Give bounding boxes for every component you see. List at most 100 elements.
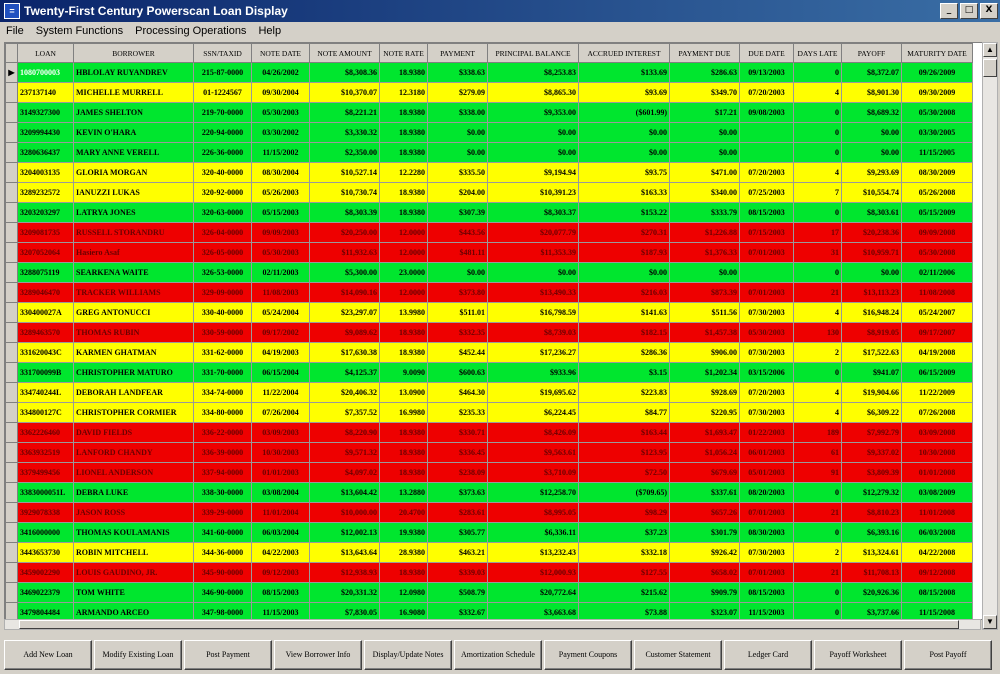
- header-loan[interactable]: LOAN: [17, 43, 74, 63]
- post-payoff-button[interactable]: Post Payoff: [904, 640, 992, 670]
- cell-borrower[interactable]: KARMEN GHATMAN: [73, 342, 194, 363]
- row-selector[interactable]: [5, 462, 18, 483]
- menu-processing-operations[interactable]: Processing Operations: [129, 25, 252, 37]
- cell-days-late[interactable]: 21: [793, 502, 842, 523]
- cell-payment[interactable]: $338.00: [427, 102, 488, 123]
- table-row[interactable]: 3203203297 LATRYA JONES 320-63-0000 05/15/2…: [5, 202, 973, 223]
- cell-note-date[interactable]: 06/15/2004: [251, 362, 310, 383]
- cell-note-amount[interactable]: $20,406.32: [309, 382, 380, 403]
- table-row[interactable]: ▶ 1080700003 HBLOLAY RUYANDREV 215-87-0000 0…: [5, 62, 973, 83]
- cell-principal-balance[interactable]: $8,426.09: [487, 422, 579, 443]
- cell-days-late[interactable]: 7: [793, 182, 842, 203]
- cell-maturity-date[interactable]: 11/15/2008: [901, 602, 973, 619]
- cell-due-date[interactable]: 08/20/2003: [739, 482, 794, 503]
- cell-ssn[interactable]: 346-90-0000: [193, 582, 252, 603]
- cell-note-date[interactable]: 11/15/2003: [251, 602, 310, 619]
- cell-note-rate[interactable]: 13.0900: [379, 382, 428, 403]
- cell-maturity-date[interactable]: 09/12/2008: [901, 562, 973, 583]
- table-row[interactable]: 334800127C CHRISTOPHER CORMIER 334-80-0000…: [5, 402, 973, 423]
- cell-payment-due[interactable]: $1,226.88: [669, 222, 740, 243]
- cell-note-rate[interactable]: 28.9380: [379, 542, 428, 563]
- cell-loan[interactable]: 334800127C: [17, 402, 74, 423]
- cell-borrower[interactable]: TRACKER WILLIAMS: [73, 282, 194, 303]
- cell-note-amount[interactable]: $13,643.64: [309, 542, 380, 563]
- cell-note-amount[interactable]: $17,630.38: [309, 342, 380, 363]
- payment-coupons-button[interactable]: Payment Coupons: [544, 640, 632, 670]
- cell-accrued-interest[interactable]: $223.83: [578, 382, 670, 403]
- scroll-down-icon[interactable]: ▼: [983, 615, 997, 629]
- cell-payment[interactable]: $481.11: [427, 242, 488, 263]
- cell-loan[interactable]: 3929078338: [17, 502, 74, 523]
- cell-payment[interactable]: $373.80: [427, 282, 488, 303]
- cell-ssn[interactable]: 326-04-0000: [193, 222, 252, 243]
- cell-maturity-date[interactable]: 08/30/2009: [901, 162, 973, 183]
- row-selector[interactable]: [5, 362, 18, 383]
- amortization-schedule-button[interactable]: Amortization Schedule: [454, 640, 542, 670]
- row-selector[interactable]: [5, 482, 18, 503]
- cell-payoff[interactable]: $12,279.32: [841, 482, 902, 503]
- cell-principal-balance[interactable]: $0.00: [487, 122, 579, 143]
- cell-loan[interactable]: 331700099B: [17, 362, 74, 383]
- cell-principal-balance[interactable]: $6,224.45: [487, 402, 579, 423]
- cell-due-date[interactable]: 06/01/2003: [739, 442, 794, 463]
- cell-note-amount[interactable]: $7,830.05: [309, 602, 380, 619]
- cell-loan[interactable]: 3363932519: [17, 442, 74, 463]
- header-note-rate[interactable]: NOTE RATE: [379, 43, 428, 63]
- cell-payoff[interactable]: $17,522.63: [841, 342, 902, 363]
- menu-system-functions[interactable]: System Functions: [30, 25, 129, 37]
- cell-loan[interactable]: 3149327300: [17, 102, 74, 123]
- cell-accrued-interest[interactable]: $73.88: [578, 602, 670, 619]
- cell-payment[interactable]: $0.00: [427, 262, 488, 283]
- cell-note-rate[interactable]: 18.9380: [379, 342, 428, 363]
- cell-accrued-interest[interactable]: $187.93: [578, 242, 670, 263]
- cell-due-date[interactable]: 05/01/2003: [739, 462, 794, 483]
- cell-payoff[interactable]: $16,948.24: [841, 302, 902, 323]
- cell-payment[interactable]: $339.03: [427, 562, 488, 583]
- cell-note-amount[interactable]: $2,350.00: [309, 142, 380, 163]
- cell-payoff[interactable]: $11,708.13: [841, 562, 902, 583]
- cell-days-late[interactable]: 0: [793, 62, 842, 83]
- cell-note-rate[interactable]: 18.9380: [379, 462, 428, 483]
- cell-note-amount[interactable]: $5,300.00: [309, 262, 380, 283]
- cell-payment-due[interactable]: $679.69: [669, 462, 740, 483]
- menu-help[interactable]: Help: [252, 25, 287, 37]
- cell-payment-due[interactable]: $926.42: [669, 542, 740, 563]
- cell-payoff[interactable]: $13,324.61: [841, 542, 902, 563]
- cell-principal-balance[interactable]: $12,000.93: [487, 562, 579, 583]
- minimize-button[interactable]: _: [940, 3, 958, 19]
- cell-note-rate[interactable]: 20.4700: [379, 502, 428, 523]
- row-selector[interactable]: [5, 502, 18, 523]
- cell-maturity-date[interactable]: 07/26/2008: [901, 402, 973, 423]
- cell-due-date[interactable]: 08/15/2003: [739, 582, 794, 603]
- cell-payoff[interactable]: $13,113.23: [841, 282, 902, 303]
- cell-maturity-date[interactable]: 06/03/2008: [901, 522, 973, 543]
- header-borrower[interactable]: BORROWER: [73, 43, 194, 63]
- cell-payment[interactable]: $373.63: [427, 482, 488, 503]
- cell-principal-balance[interactable]: $20,772.64: [487, 582, 579, 603]
- cell-payment[interactable]: $307.39: [427, 202, 488, 223]
- header-due-date[interactable]: DUE DATE: [739, 43, 794, 63]
- cell-note-amount[interactable]: $10,730.74: [309, 182, 380, 203]
- cell-borrower[interactable]: IANUZZI LUKAS: [73, 182, 194, 203]
- cell-payment[interactable]: $283.61: [427, 502, 488, 523]
- row-selector[interactable]: [5, 422, 18, 443]
- cell-maturity-date[interactable]: 05/30/2008: [901, 242, 973, 263]
- cell-maturity-date[interactable]: 09/09/2008: [901, 222, 973, 243]
- table-row[interactable]: 3209994430 KEVIN O'HARA 220-94-0000 03/30/2…: [5, 122, 973, 143]
- table-row[interactable]: 334740244L DEBORAH LANDFEAR 334-74-0000 11/…: [5, 382, 973, 403]
- ledger-card-button[interactable]: Ledger Card: [724, 640, 812, 670]
- cell-borrower[interactable]: JASON ROSS: [73, 502, 194, 523]
- header-principal-balance[interactable]: PRINCIPAL BALANCE: [487, 43, 579, 63]
- cell-ssn[interactable]: 330-59-0000: [193, 322, 252, 343]
- cell-note-date[interactable]: 06/03/2004: [251, 522, 310, 543]
- cell-payment[interactable]: $0.00: [427, 122, 488, 143]
- cell-principal-balance[interactable]: $9,353.00: [487, 102, 579, 123]
- cell-payment-due[interactable]: $220.95: [669, 402, 740, 423]
- row-selector[interactable]: [5, 122, 18, 143]
- table-row[interactable]: 3416000000 THOMAS KOULAMANIS 341-60-0000 06…: [5, 522, 973, 543]
- cell-payment-due[interactable]: $909.79: [669, 582, 740, 603]
- table-row[interactable]: 3207052064 Hasiero Asaf 326-05-0000 05/30/2…: [5, 242, 973, 263]
- cell-payment[interactable]: $511.01: [427, 302, 488, 323]
- cell-due-date[interactable]: 07/30/2003: [739, 342, 794, 363]
- cell-payoff[interactable]: $6,309.22: [841, 402, 902, 423]
